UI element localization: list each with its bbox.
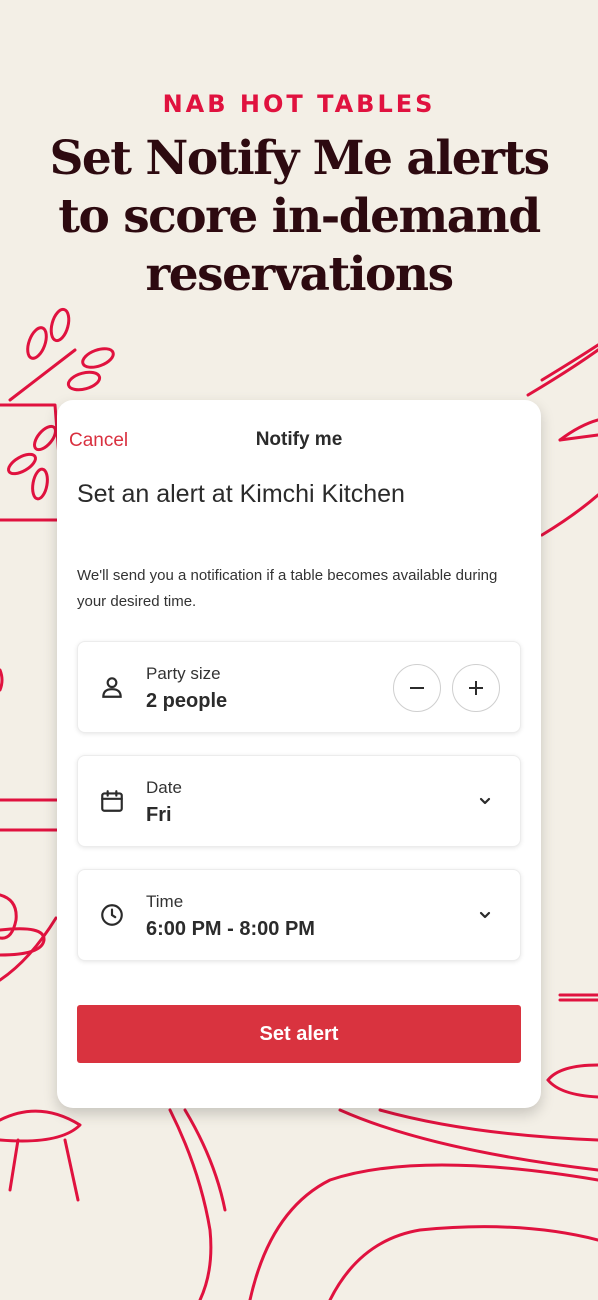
modal-heading: Set an alert at Kimchi Kitchen [77, 480, 405, 508]
modal-title: Notify me [255, 429, 343, 450]
increase-party-button[interactable] [452, 664, 500, 712]
promo-eyebrow: NAB HOT TABLES [162, 90, 436, 118]
date-label: Date [146, 778, 182, 797]
person-icon [102, 677, 122, 698]
chevron-down-icon[interactable] [476, 906, 494, 924]
time-field[interactable]: Time 6:00 PM - 8:00 PM [77, 869, 521, 961]
notify-me-modal: Cancel Notify me Set an alert at Kimchi … [57, 400, 541, 1108]
party-size-label: Party size [146, 664, 221, 683]
date-field[interactable]: Date Fri [77, 755, 521, 847]
chevron-down-icon[interactable] [476, 792, 494, 810]
clock-icon [101, 904, 123, 926]
time-label: Time [146, 892, 184, 911]
time-value: 6:00 PM - 8:00 PM [146, 918, 315, 940]
promo-headline: Set Notify Me alerts to score in-demand … [49, 131, 550, 302]
party-size-field: Party size 2 people [77, 641, 521, 733]
party-size-value: 2 people [146, 690, 228, 712]
set-alert-button[interactable]: Set alert [77, 1005, 521, 1063]
modal-description: We'll send you a notification if a table… [77, 567, 498, 610]
date-value: Fri [146, 804, 172, 826]
plus-icon [469, 681, 483, 695]
calendar-icon [101, 790, 123, 812]
decrease-party-button[interactable] [393, 664, 441, 712]
minus-icon [410, 687, 424, 689]
